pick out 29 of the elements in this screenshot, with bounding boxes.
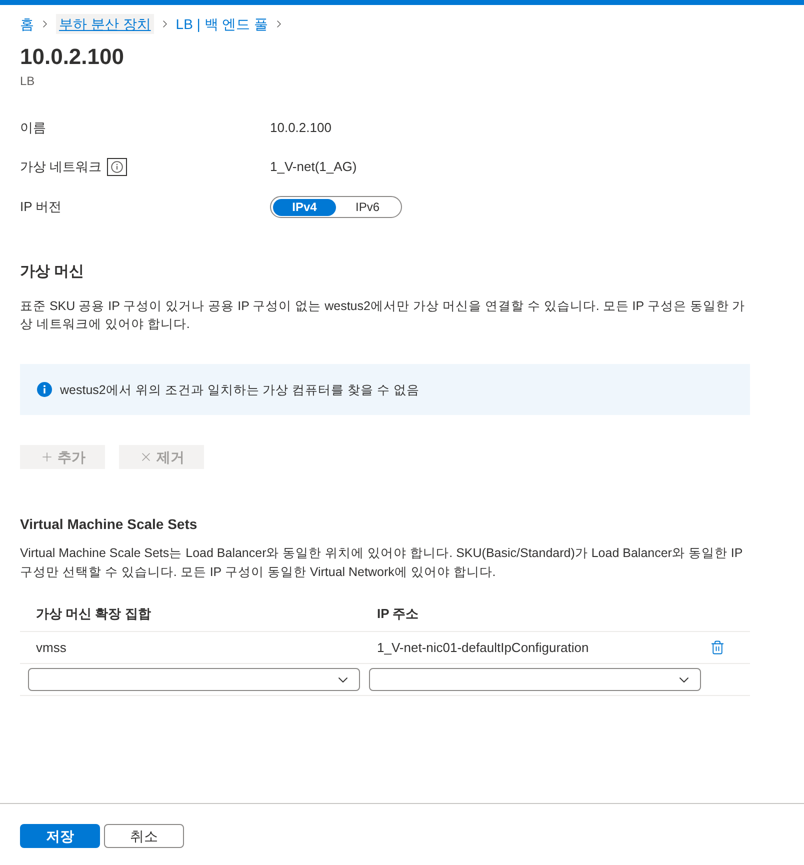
dropdown-field[interactable] [28, 668, 360, 691]
page-subtitle: LB [20, 73, 35, 89]
column-header: IP 주소 [377, 606, 419, 620]
plus-icon [40, 450, 54, 464]
section-description: Virtual Machine Scale Sets는 Load Balancer와 동일한 위치에 있어야 합니다. SKU(Basic/Standard)가 Load Balancer와 동일한 IP 구성만 선택할 수 있습니다. 모든 IP 구성이 동일한 Virtual Network에 있어야 합니다. [20, 545, 744, 581]
section-description: 표준 SKU 공용 IP 구성이 있거나 공용 IP 구성이 없는 westus2에서만 가상 머신을 연결할 수 있습니다. 모든 IP 구성은 동일한 가상 네트워크에 있어야 합니다. [20, 298, 746, 333]
breadcrumb-link[interactable]: 홈 [20, 14, 34, 34]
notice-text: westus2에서 위의 조건과 일치하는 가상 컴퓨터를 찾을 수 없음 [60, 382, 420, 398]
dropdown-field[interactable] [369, 668, 701, 691]
property-label: IP 버전 [20, 198, 62, 216]
info-icon [37, 382, 52, 397]
property-label: 가상 네트워크 [20, 158, 102, 176]
toggle-option[interactable]: IPv6 [336, 198, 399, 216]
breadcrumb-link[interactable]: 부하 분산 장치 [56, 14, 154, 34]
section-heading: 가상 머신 [20, 262, 84, 282]
table-cell: vmss [36, 640, 66, 654]
section-heading: Virtual Machine Scale Sets [20, 515, 198, 534]
save-button[interactable]: 저장 [20, 824, 100, 848]
column-header: 가상 머신 확장 집합 [36, 606, 151, 620]
trash-icon[interactable] [710, 640, 725, 655]
page-title: 10.0.2.100 [20, 43, 124, 71]
property-label: 이름 [20, 119, 46, 137]
cancel-button[interactable]: 취소 [104, 824, 184, 848]
info-icon[interactable] [106, 158, 127, 176]
property-value: 10.0.2.100 [270, 119, 332, 137]
table-cell: 1_V-net-nic01-defaultIpConfiguration [377, 640, 589, 654]
toggle-option[interactable]: IPv4 [273, 198, 336, 216]
breadcrumb-link[interactable]: LB | 백 엔드 풀 [176, 14, 268, 34]
property-value: 1_V-net(1_AG) [270, 158, 357, 176]
